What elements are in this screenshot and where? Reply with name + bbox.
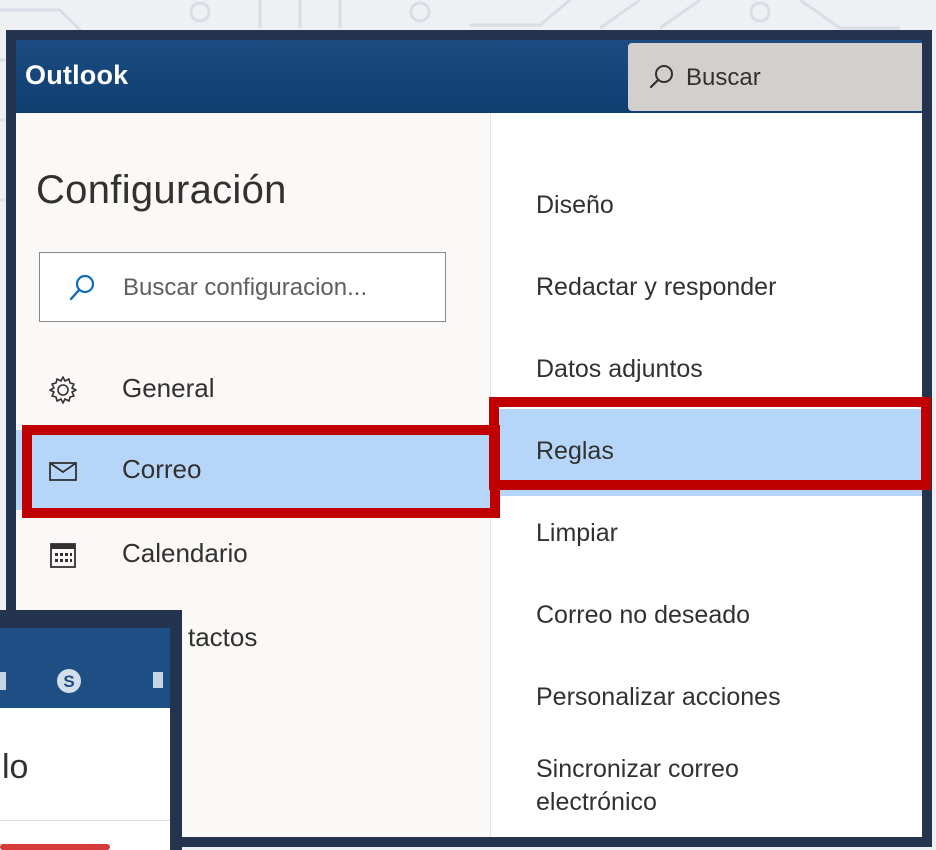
svg-text:S: S — [63, 672, 74, 691]
calendar-icon — [50, 543, 76, 568]
nav-item-general[interactable]: General — [16, 349, 490, 429]
option-personalizar-acciones[interactable]: Personalizar acciones — [536, 681, 781, 714]
option-correo-no-deseado[interactable]: Correo no deseado — [536, 599, 750, 632]
nav-item-label: General — [122, 373, 215, 403]
nav-item-label: Calendario — [122, 538, 248, 568]
highlight-reglas — [489, 397, 931, 490]
option-limpiar[interactable]: Limpiar — [536, 517, 618, 550]
secondary-window: S lo — [0, 610, 182, 850]
top-bar: Outlook Buscar — [16, 40, 922, 113]
search-icon — [69, 274, 95, 301]
option-diseno[interactable]: Diseño — [536, 189, 614, 222]
skype-icon[interactable]: S — [54, 666, 84, 696]
settings-search-input[interactable]: Buscar configuracion... — [39, 252, 446, 322]
top-search-label: Buscar — [686, 64, 761, 91]
page-title: Configuración — [36, 168, 287, 212]
settings-search-placeholder: Buscar configuracion... — [123, 274, 368, 301]
red-button-edge[interactable] — [0, 844, 110, 850]
secondary-window-heading: lo — [2, 748, 29, 786]
divider — [0, 820, 170, 821]
option-redactar-responder[interactable]: Redactar y responder — [536, 271, 776, 304]
option-sincronizar-correo[interactable]: Sincronizar correo electrónico — [536, 753, 739, 819]
option-datos-adjuntos[interactable]: Datos adjuntos — [536, 353, 703, 386]
secondary-window-bar: S — [0, 628, 170, 708]
option-label-line2: electrónico — [536, 788, 657, 816]
toolbar-icon[interactable] — [0, 672, 6, 690]
nav-item-label: tactos — [188, 622, 258, 652]
secondary-window-body: lo — [0, 708, 170, 850]
nav-item-calendario[interactable]: Calendario — [16, 514, 490, 594]
option-label-line1: Sincronizar correo — [536, 755, 739, 783]
gear-icon — [49, 376, 77, 404]
highlight-correo — [22, 425, 500, 518]
app-title: Outlook — [25, 60, 129, 90]
search-icon — [649, 65, 673, 89]
top-search-box[interactable]: Buscar — [628, 43, 922, 111]
toolbar-icon[interactable] — [153, 672, 163, 688]
